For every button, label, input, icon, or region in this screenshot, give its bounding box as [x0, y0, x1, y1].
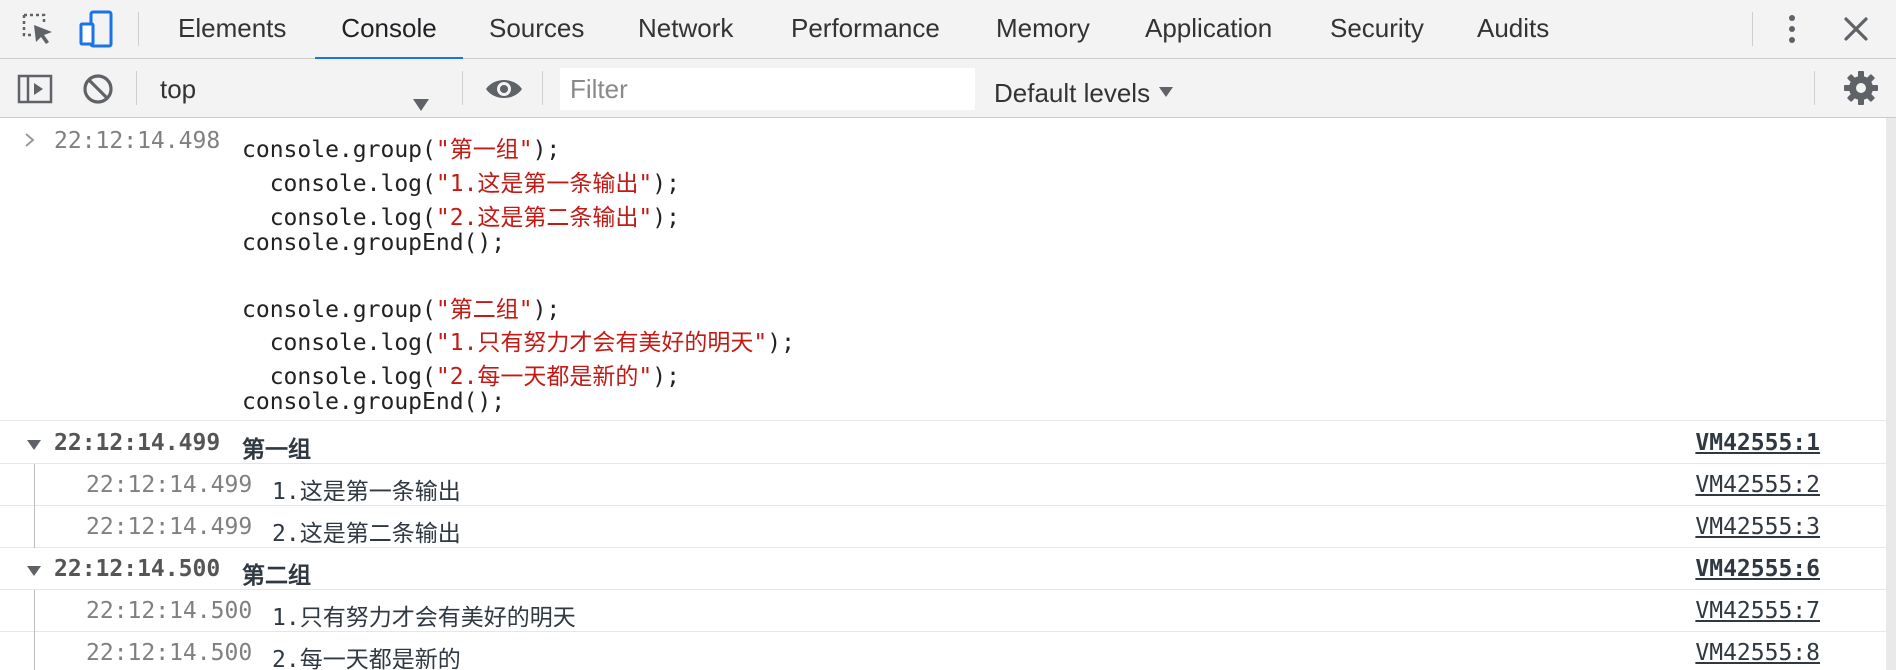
- toolbar-separator: [542, 71, 543, 105]
- expand-triangle-icon[interactable]: [26, 438, 42, 450]
- message-text: 2.每一天都是新的: [272, 647, 461, 670]
- console-message: 22:12:14.500 1.只有努力才会有美好的明天 VM42555:7: [0, 590, 1886, 632]
- console-messages: 22:12:14.498 console.group("第一组"); conso…: [0, 118, 1896, 670]
- device-toolbar-icon[interactable]: [77, 9, 117, 49]
- message-timestamp: 22:12:14.499: [86, 514, 253, 540]
- console-message: 22:12:14.499 2.这是第二条输出 VM42555:3: [0, 506, 1886, 548]
- console-input-entry: 22:12:14.498 console.group("第一组"); conso…: [0, 118, 1886, 421]
- code-line: console.log("2.这是第二条输出");: [242, 205, 680, 231]
- code-line: console.log("1.这是第一条输出");: [242, 171, 680, 197]
- tab-sources[interactable]: Sources: [489, 0, 584, 59]
- tabbar-separator: [1752, 12, 1753, 46]
- sidebar-toggle-icon[interactable]: [16, 71, 56, 107]
- message-timestamp: 22:12:14.500: [86, 640, 253, 666]
- console-message: 22:12:14.499 1.这是第一条输出 VM42555:2: [0, 464, 1886, 506]
- group-title: 第一组: [242, 436, 311, 462]
- tab-network[interactable]: Network: [638, 0, 733, 59]
- message-text: 1.只有努力才会有美好的明天: [272, 605, 576, 631]
- group-title: 第二组: [242, 562, 311, 588]
- toolbar-separator: [136, 71, 137, 105]
- clear-console-icon[interactable]: [80, 71, 116, 107]
- group-timestamp: 22:12:14.500: [54, 556, 221, 582]
- message-text: 2.这是第二条输出: [272, 521, 461, 547]
- log-levels-dropdown[interactable]: Default levels: [994, 69, 1174, 109]
- chevron-down-icon: [1158, 69, 1174, 97]
- expand-triangle-icon[interactable]: [26, 564, 42, 576]
- console-message: 22:12:14.500 2.每一天都是新的 VM42555:8: [0, 632, 1886, 670]
- devtools-tabbar: Elements Console Sources Network Perform…: [0, 0, 1896, 60]
- window-edge: [1886, 118, 1896, 670]
- tab-elements[interactable]: Elements: [178, 0, 286, 59]
- settings-gear-icon[interactable]: [1842, 69, 1880, 107]
- code-line: console.log("1.只有努力才会有美好的明天");: [242, 330, 795, 356]
- prompt-chevron-icon: [22, 130, 38, 150]
- group-indent-bar: [34, 632, 35, 670]
- tab-memory[interactable]: Memory: [996, 0, 1090, 59]
- tabbar-separator: [138, 12, 139, 46]
- more-options-icon[interactable]: [1774, 11, 1810, 47]
- log-levels-label: Default levels: [994, 78, 1151, 108]
- message-text: 1.这是第一条输出: [272, 479, 461, 505]
- tab-application[interactable]: Application: [1145, 0, 1272, 59]
- input-timestamp: 22:12:14.498: [54, 128, 221, 154]
- source-link[interactable]: VM42555:8: [1695, 640, 1820, 666]
- console-toolbar: top Default levels: [0, 59, 1896, 118]
- source-link[interactable]: VM42555:7: [1695, 598, 1820, 624]
- live-expression-eye-icon[interactable]: [482, 71, 526, 107]
- message-timestamp: 22:12:14.499: [86, 472, 253, 498]
- group-indent-bar: [34, 590, 35, 632]
- group-timestamp: 22:12:14.499: [54, 430, 221, 456]
- source-link[interactable]: VM42555:6: [1695, 556, 1820, 582]
- tab-audits[interactable]: Audits: [1477, 0, 1549, 59]
- tab-console[interactable]: Console: [315, 0, 463, 60]
- tab-performance[interactable]: Performance: [791, 0, 940, 59]
- toolbar-separator: [462, 71, 463, 105]
- source-link[interactable]: VM42555:3: [1695, 514, 1820, 540]
- code-line: console.groupEnd();: [242, 389, 506, 415]
- code-line: console.group("第二组");: [242, 297, 561, 323]
- code-line: console.groupEnd();: [242, 230, 506, 256]
- console-group-header[interactable]: 22:12:14.500 第二组 VM42555:6: [0, 548, 1886, 590]
- context-selector-value: top: [160, 74, 197, 104]
- inspect-element-icon[interactable]: [18, 9, 58, 49]
- toolbar-separator: [1814, 71, 1815, 105]
- close-icon[interactable]: [1838, 11, 1874, 47]
- source-link[interactable]: VM42555:2: [1695, 472, 1820, 498]
- source-link[interactable]: VM42555:1: [1695, 430, 1820, 456]
- devtools-window: Elements Console Sources Network Perform…: [0, 0, 1896, 670]
- tab-security[interactable]: Security: [1330, 0, 1424, 59]
- context-selector[interactable]: top: [148, 69, 448, 111]
- chevron-down-icon: [412, 83, 430, 111]
- group-indent-bar: [34, 506, 35, 548]
- console-group-header[interactable]: 22:12:14.499 第一组 VM42555:1: [0, 422, 1886, 464]
- code-line: console.log("2.每一天都是新的");: [242, 364, 680, 390]
- message-timestamp: 22:12:14.500: [86, 598, 253, 624]
- group-indent-bar: [34, 464, 35, 506]
- filter-input[interactable]: [560, 68, 975, 110]
- code-line: console.group("第一组");: [242, 137, 561, 163]
